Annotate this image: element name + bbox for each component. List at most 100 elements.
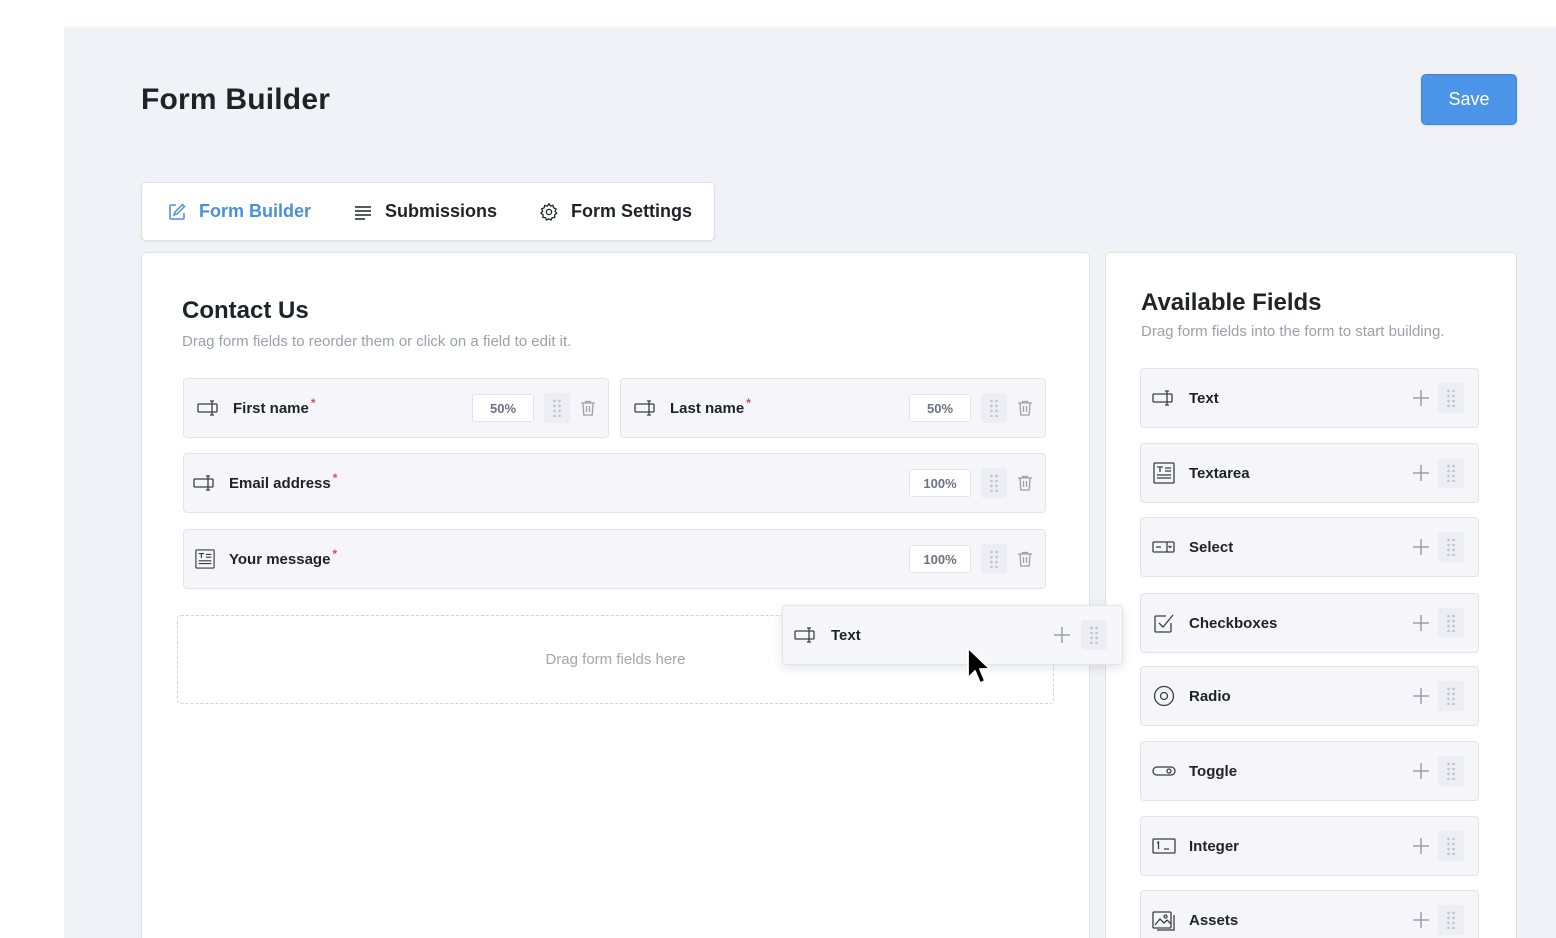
drag-dots-icon (1447, 464, 1455, 482)
drag-handle[interactable] (981, 393, 1007, 423)
plus-icon[interactable] (1412, 837, 1430, 855)
drag-handle[interactable] (1081, 620, 1107, 650)
trash-icon[interactable] (1016, 474, 1034, 492)
available-fields-panel: Available Fields Drag form fields into t… (1105, 252, 1517, 938)
textarea-icon (1153, 462, 1175, 484)
field-label: First name (233, 399, 309, 417)
text-field-icon (197, 400, 218, 416)
tab-label: Submissions (385, 201, 498, 221)
plus-icon[interactable] (1412, 538, 1430, 556)
tab-form-builder[interactable]: Form Builder (167, 201, 311, 222)
drag-handle[interactable] (1438, 608, 1464, 638)
field-label: Radio (1189, 687, 1231, 705)
page-title: Form Builder (141, 83, 331, 116)
drag-handle[interactable] (1438, 383, 1464, 413)
drag-handle[interactable] (1438, 458, 1464, 488)
trash-icon[interactable] (1016, 399, 1034, 417)
field-label: Select (1189, 538, 1234, 556)
tab-submissions[interactable]: Submissions (353, 201, 497, 222)
drag-dots-icon (1447, 614, 1455, 632)
available-field-checkboxes[interactable]: Checkboxes (1140, 593, 1479, 653)
available-field-radio[interactable]: Radio (1140, 666, 1479, 726)
field-label: Checkboxes (1189, 614, 1278, 632)
available-fields-title: Available Fields (1141, 289, 1322, 316)
trash-icon[interactable] (579, 399, 597, 417)
form-field-email-address[interactable]: Email address * 100% (183, 453, 1046, 513)
form-canvas: Contact Us Drag form fields to reorder t… (141, 252, 1090, 938)
save-button[interactable]: Save (1421, 74, 1517, 125)
drag-dots-icon (1447, 762, 1455, 780)
field-label: Integer (1189, 837, 1240, 855)
plus-icon[interactable] (1412, 762, 1430, 780)
plus-icon[interactable] (1412, 389, 1430, 407)
integer-icon (1152, 838, 1176, 854)
drag-handle[interactable] (1438, 905, 1464, 935)
textarea-icon (195, 549, 215, 569)
list-icon (355, 205, 372, 220)
drag-handle[interactable] (981, 544, 1007, 574)
tab-form-settings[interactable]: Form Settings (539, 201, 692, 222)
available-fields-description: Drag form fields into the form to start … (1141, 323, 1445, 340)
drag-dots-icon (1447, 538, 1455, 556)
plus-icon[interactable] (1412, 464, 1430, 482)
drag-dots-icon (1447, 687, 1455, 705)
available-field-select[interactable]: Select (1140, 517, 1479, 577)
dropzone-text: Drag form fields here (545, 651, 686, 668)
required-mark: * (332, 547, 338, 561)
field-label: Assets (1189, 911, 1239, 929)
available-field-toggle[interactable]: Toggle (1140, 741, 1479, 801)
field-label: Text (831, 626, 861, 644)
field-label: Email address (229, 474, 331, 492)
image-icon (1152, 911, 1175, 931)
required-mark: * (310, 396, 316, 410)
drag-dots-icon (1090, 626, 1098, 644)
gear-icon (540, 202, 558, 221)
radio-icon (1153, 685, 1175, 707)
field-label: Textarea (1189, 464, 1250, 482)
plus-icon[interactable] (1412, 911, 1430, 929)
available-field-integer[interactable]: Integer (1140, 816, 1479, 876)
dragging-field-ghost[interactable]: Text (782, 605, 1123, 665)
available-field-textarea[interactable]: Textarea (1140, 443, 1479, 503)
trash-icon[interactable] (1016, 550, 1034, 568)
field-label: Toggle (1189, 762, 1238, 780)
drag-handle[interactable] (544, 393, 570, 423)
drag-dots-icon (1447, 837, 1455, 855)
drag-dots-icon (553, 399, 561, 417)
text-field-icon (634, 400, 655, 416)
available-field-assets[interactable]: Assets (1140, 890, 1479, 938)
drag-dots-icon (1447, 911, 1455, 929)
width-input[interactable]: 100% (909, 545, 971, 573)
drag-dots-icon (990, 399, 998, 417)
mouse-cursor-icon (967, 647, 991, 684)
drag-dots-icon (1447, 389, 1455, 407)
drag-dots-icon (990, 474, 998, 492)
drag-handle[interactable] (1438, 532, 1464, 562)
plus-icon[interactable] (1053, 626, 1071, 644)
drag-handle[interactable] (1438, 681, 1464, 711)
drag-handle[interactable] (1438, 756, 1464, 786)
text-field-icon (1152, 390, 1173, 406)
available-field-text[interactable]: Text (1140, 368, 1479, 428)
toggle-icon (1152, 766, 1176, 776)
form-description: Drag form fields to reorder them or clic… (182, 333, 572, 350)
plus-icon[interactable] (1412, 614, 1430, 632)
width-input[interactable]: 50% (909, 394, 971, 422)
required-mark: * (332, 471, 338, 485)
form-field-first-name[interactable]: First name * 50% (183, 378, 609, 438)
tab-label: Form Settings (571, 201, 693, 221)
field-label: Text (1189, 389, 1219, 407)
width-input[interactable]: 100% (909, 469, 971, 497)
form-field-your-message[interactable]: Your message * 100% (183, 529, 1046, 589)
field-label: Your message (229, 550, 331, 568)
form-field-last-name[interactable]: Last name * 50% (620, 378, 1046, 438)
tab-label: Form Builder (199, 201, 312, 221)
edit-icon (169, 202, 186, 220)
checkbox-icon (1154, 614, 1174, 633)
width-input[interactable]: 50% (472, 394, 534, 422)
drag-handle[interactable] (1438, 831, 1464, 861)
required-mark: * (746, 396, 751, 410)
form-title: Contact Us (182, 297, 309, 324)
drag-handle[interactable] (981, 468, 1007, 498)
plus-icon[interactable] (1412, 687, 1430, 705)
